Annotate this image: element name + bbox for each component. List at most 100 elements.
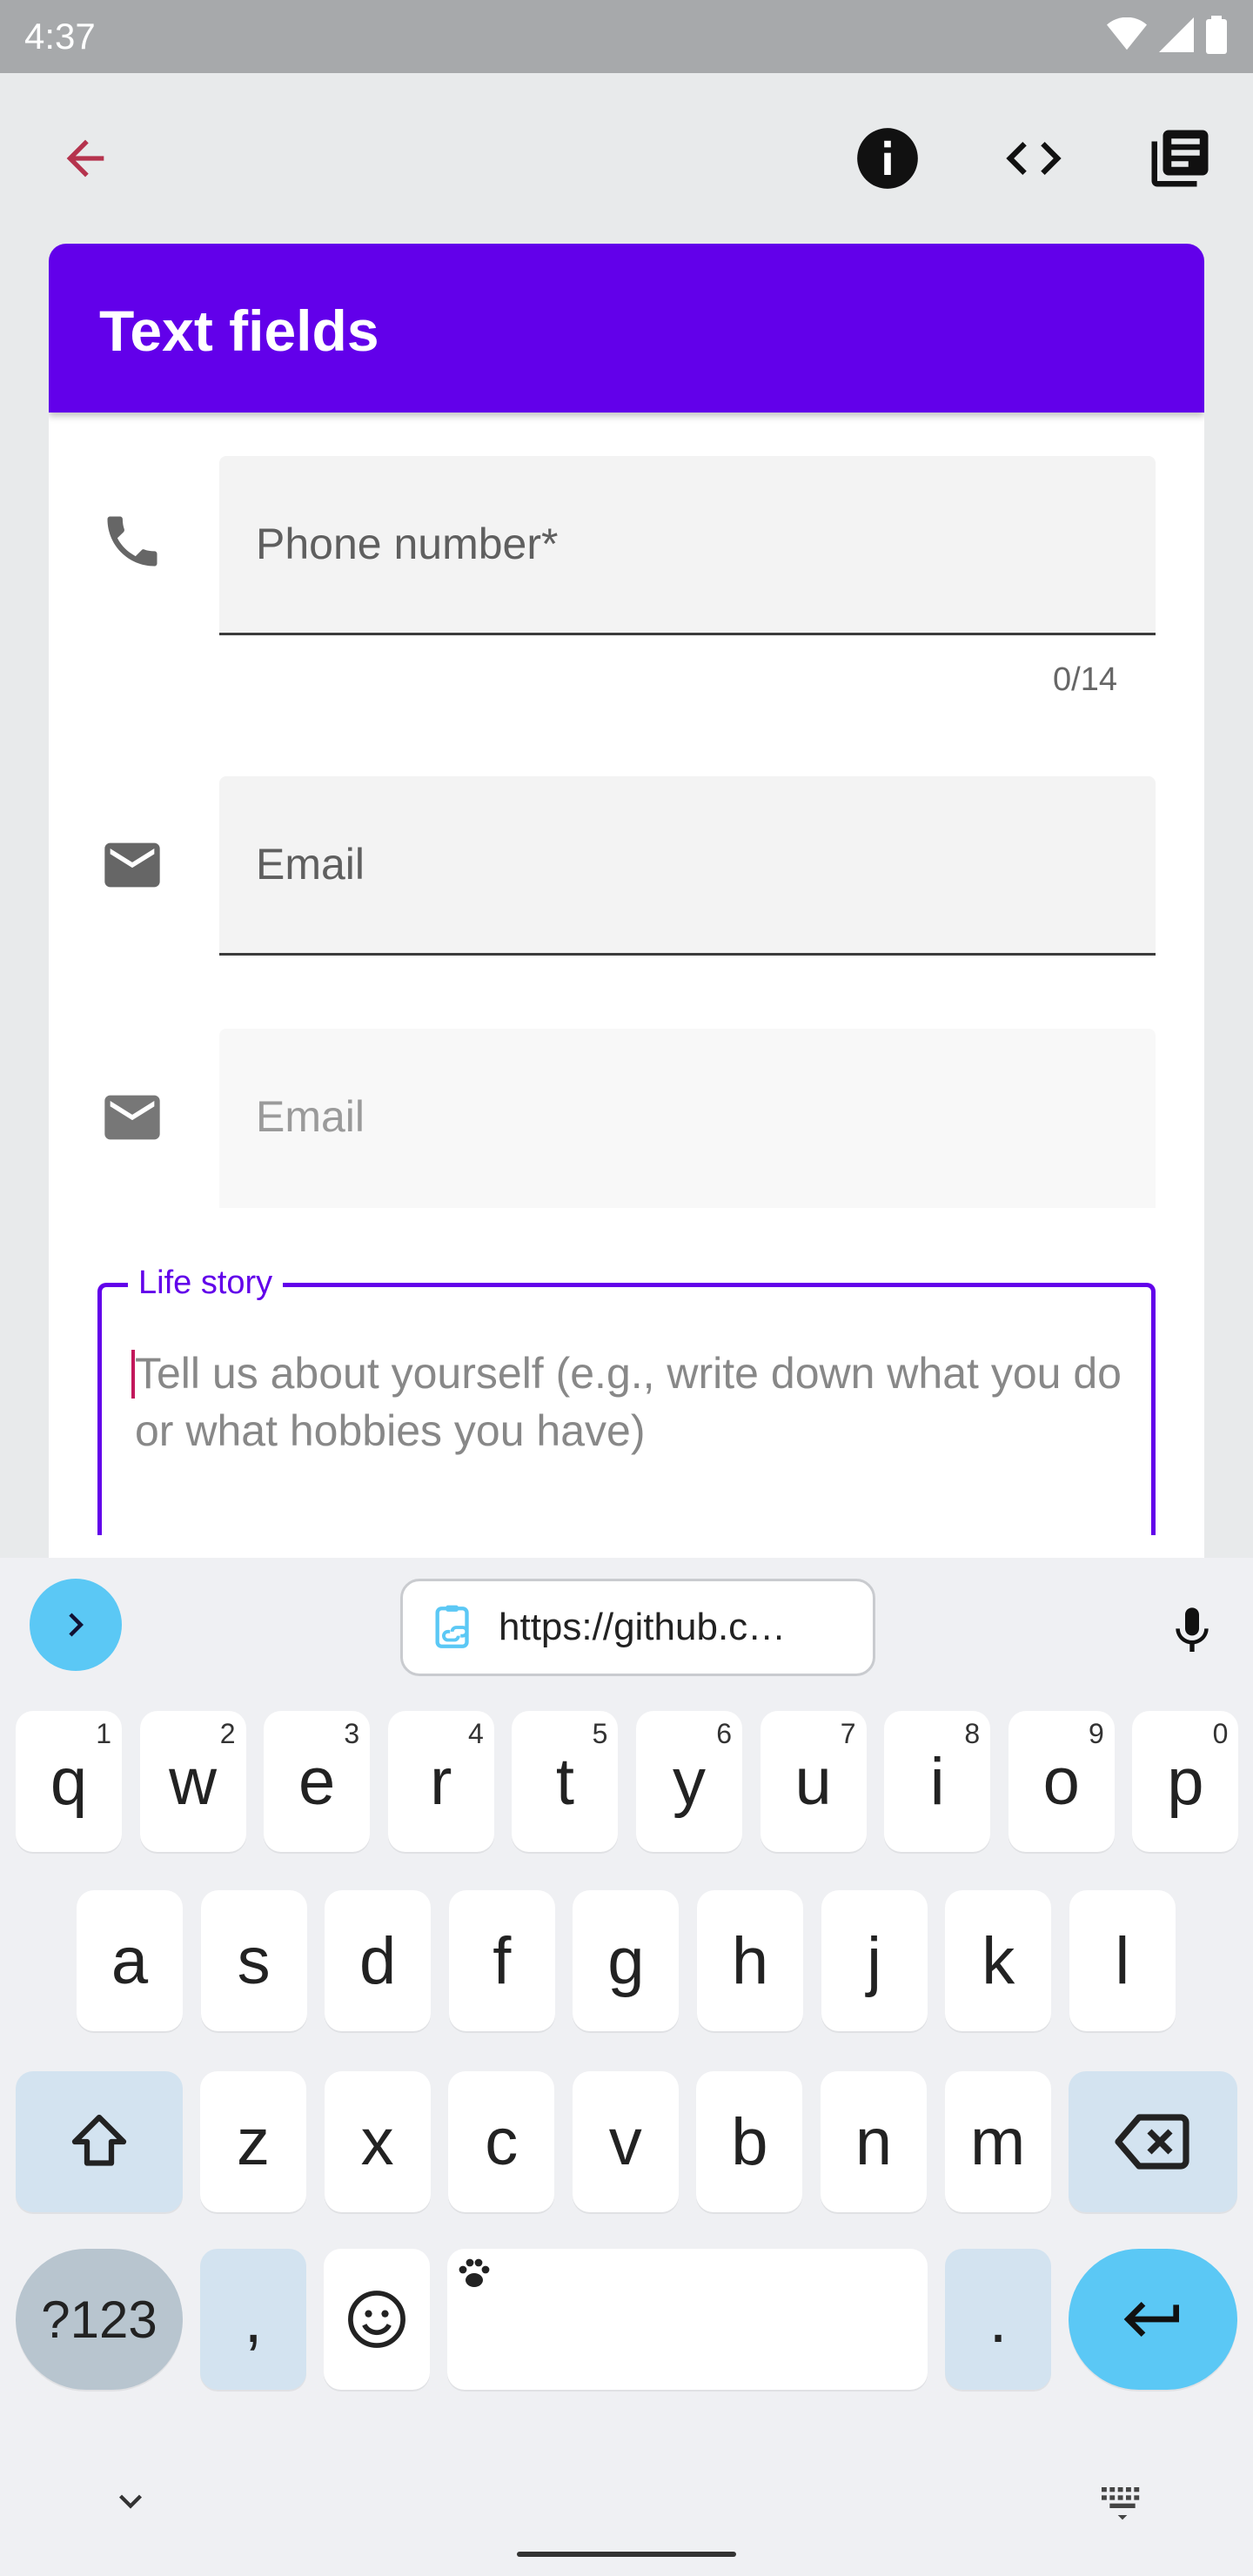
library-button[interactable] (1136, 115, 1223, 202)
clipboard-suggestion-text: https://github.c… (499, 1606, 787, 1648)
key-j[interactable]: j (821, 1890, 928, 2031)
key-label: n (854, 2104, 893, 2179)
key-c[interactable]: c (448, 2071, 555, 2212)
key-e[interactable]: e3 (264, 1711, 371, 1852)
phone-number-field[interactable]: Phone number* (219, 456, 1156, 635)
space-key[interactable] (447, 2249, 928, 2390)
key-h[interactable]: h (697, 1890, 803, 2031)
key-label: s (237, 1923, 271, 1998)
text-fields-card: Text fields Phone number* 0/14 Email Ema… (49, 244, 1204, 1558)
emoji-key[interactable] (324, 2249, 430, 2390)
key-label: r (430, 1744, 452, 1819)
key-label: e (298, 1744, 336, 1819)
emoji-icon (348, 2291, 405, 2348)
info-button[interactable] (844, 115, 931, 202)
enter-key[interactable] (1069, 2249, 1237, 2390)
key-d[interactable]: d (325, 1890, 432, 2031)
key-hint: 2 (219, 1718, 236, 1749)
clipboard-link-icon (435, 1605, 469, 1648)
info-icon (857, 128, 918, 189)
enter-icon (1123, 2302, 1179, 2337)
key-w[interactable]: w2 (139, 1711, 246, 1852)
period-key[interactable]: . (945, 2249, 1051, 2390)
shift-icon (71, 2114, 127, 2166)
key-label: j (867, 1923, 882, 1998)
key-label: d (359, 1923, 397, 1998)
clipboard-suggestion-chip[interactable]: https://github.c… (400, 1579, 875, 1676)
paw-icon (459, 2258, 490, 2287)
keyboard-switch-button[interactable] (1079, 2458, 1166, 2545)
life-story-field[interactable]: Life story Tell us about yourself (e.g.,… (97, 1265, 1156, 1535)
comma-key[interactable]: , (200, 2249, 306, 2390)
back-button[interactable] (42, 115, 129, 202)
mic-icon (1176, 1607, 1209, 1652)
key-hint: 4 (468, 1718, 484, 1749)
life-story-placeholder: Tell us about yourself (e.g., write down… (135, 1349, 1122, 1455)
key-label: u (794, 1744, 832, 1819)
code-button[interactable] (990, 115, 1077, 202)
shift-key[interactable] (16, 2071, 183, 2212)
key-b[interactable]: b (696, 2071, 803, 2212)
key-label: c (485, 2104, 519, 2179)
voice-input-button[interactable] (1149, 1587, 1236, 1674)
key-label: v (608, 2104, 642, 2179)
key-n[interactable]: n (821, 2071, 927, 2212)
key-m[interactable]: m (944, 2071, 1051, 2212)
status-bar: 4:37 (0, 0, 1253, 73)
key-label: f (492, 1923, 512, 1998)
email-field[interactable]: Email (219, 776, 1156, 956)
email-label: Email (256, 840, 365, 889)
key-label: l (1115, 1923, 1130, 1998)
symbols-key[interactable]: ?123 (16, 2249, 183, 2390)
home-gesture-bar[interactable] (517, 2552, 736, 2557)
keyboard-icon (1102, 2487, 1140, 2520)
key-l[interactable]: l (1069, 1890, 1176, 2031)
key-r[interactable]: r4 (387, 1711, 494, 1852)
key-label: x (360, 2104, 394, 2179)
key-v[interactable]: v (572, 2071, 679, 2212)
key-label: q (50, 1744, 88, 1819)
key-hint: 3 (344, 1718, 360, 1749)
arrow-back-icon (66, 139, 104, 178)
card-header: Text fields (49, 244, 1204, 413)
hide-keyboard-button[interactable] (87, 2458, 174, 2545)
backspace-key[interactable] (1069, 2071, 1237, 2212)
key-label: p (1167, 1744, 1204, 1819)
key-z[interactable]: z (200, 2071, 306, 2212)
key-f[interactable]: f (448, 1890, 555, 2031)
key-a[interactable]: a (77, 1890, 183, 2031)
key-label: a (111, 1923, 149, 1998)
email-field-disabled: Email (219, 1029, 1156, 1208)
key-k[interactable]: k (945, 1890, 1052, 2031)
status-icons (1107, 16, 1227, 54)
comma-label: , (244, 2282, 263, 2357)
key-label: m (969, 2104, 1026, 2179)
key-hint: 5 (592, 1718, 608, 1749)
key-label: y (673, 1744, 706, 1819)
mail-icon (97, 1083, 167, 1152)
email-disabled-label: Email (256, 1092, 365, 1141)
key-label: t (555, 1744, 574, 1819)
key-i[interactable]: i8 (884, 1711, 991, 1852)
key-u[interactable]: u7 (760, 1711, 867, 1852)
phone-number-label: Phone number* (256, 520, 559, 568)
key-hint: 8 (964, 1718, 981, 1749)
key-label: k (982, 1923, 1015, 1998)
key-o[interactable]: o9 (1008, 1711, 1115, 1852)
key-y[interactable]: y6 (636, 1711, 742, 1852)
key-s[interactable]: s (200, 1890, 307, 2031)
key-g[interactable]: g (573, 1890, 680, 2031)
battery-icon (1206, 16, 1227, 54)
life-story-label: Life story (128, 1265, 284, 1302)
period-label: . (988, 2282, 1008, 2357)
expand-toolbar-button[interactable] (30, 1579, 122, 1671)
key-hint: 9 (1089, 1718, 1104, 1749)
key-t[interactable]: t5 (512, 1711, 619, 1852)
signal-icon (1159, 17, 1194, 52)
key-p[interactable]: p0 (1132, 1711, 1239, 1852)
key-x[interactable]: x (324, 2071, 431, 2212)
library-books-icon (1151, 130, 1209, 187)
app-bar (0, 73, 1253, 244)
key-q[interactable]: q1 (16, 1711, 122, 1852)
key-label: w (169, 1744, 218, 1819)
